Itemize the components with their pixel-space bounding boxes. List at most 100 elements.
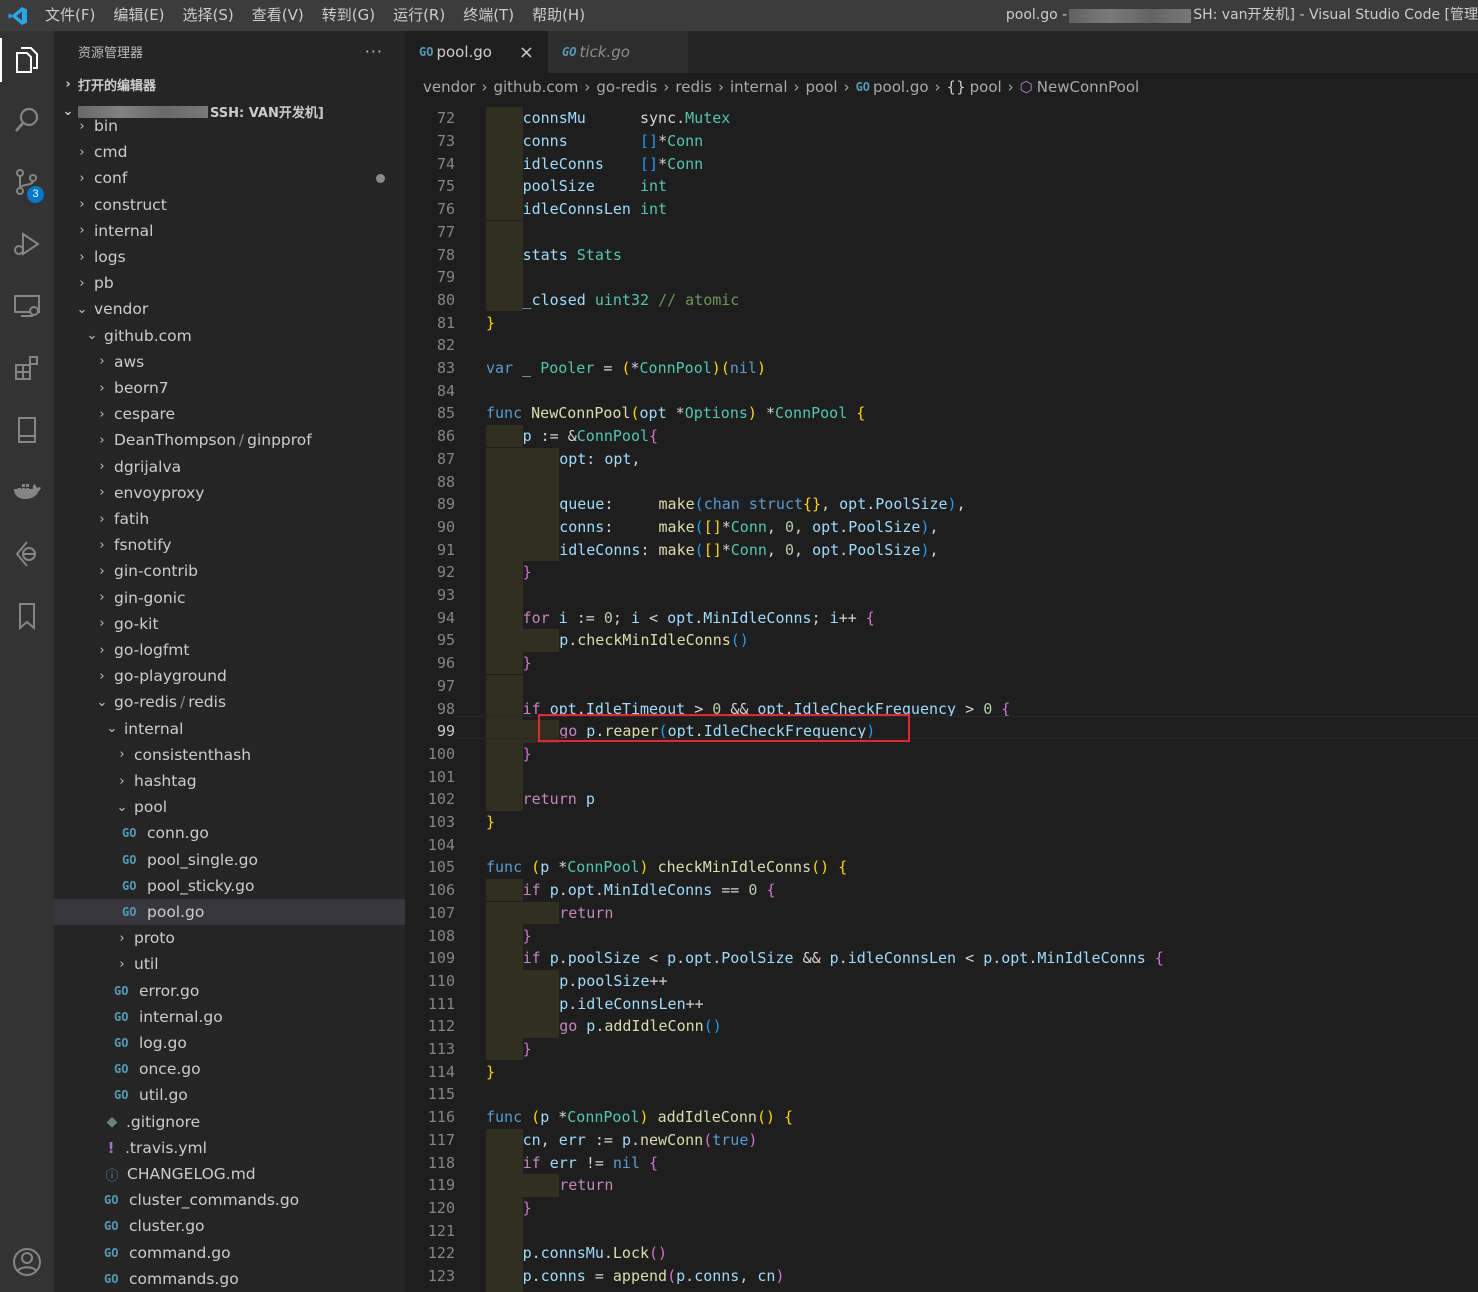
docker-icon[interactable] bbox=[0, 464, 54, 520]
menu-item[interactable]: 帮助(H) bbox=[523, 0, 594, 31]
menu-item[interactable]: 文件(F) bbox=[36, 0, 104, 31]
code-line[interactable]: 88 bbox=[405, 470, 1478, 493]
code-line[interactable]: 119 return bbox=[405, 1173, 1478, 1197]
folder-item[interactable]: › conf bbox=[54, 165, 405, 191]
code-line[interactable]: 123 p.conns = append(p.conns, cn) bbox=[405, 1264, 1478, 1288]
code-line[interactable]: 96} bbox=[405, 651, 1478, 675]
breadcrumb-item[interactable]: vendor bbox=[423, 78, 475, 96]
file-item[interactable]: GO util.go bbox=[54, 1082, 405, 1108]
folder-item[interactable]: › bin bbox=[54, 113, 405, 139]
code-line[interactable]: 117 cn, err := p.newConn(true) bbox=[405, 1128, 1478, 1152]
folder-item[interactable]: › beorn7 bbox=[54, 375, 405, 401]
code-line[interactable]: 72 connsMu sync.Mutex bbox=[405, 107, 1478, 130]
code-line[interactable]: 87 opt: opt, bbox=[405, 447, 1478, 471]
code-line[interactable]: 120} bbox=[405, 1196, 1478, 1220]
code-line[interactable]: 113} bbox=[405, 1037, 1478, 1061]
folder-item[interactable]: › go-logfmt bbox=[54, 637, 405, 663]
file-item[interactable]: GO cluster_commands.go bbox=[54, 1187, 405, 1213]
folder-item[interactable]: › aws bbox=[54, 349, 405, 375]
extensions-icon[interactable] bbox=[0, 340, 54, 396]
code-line[interactable]: 114} bbox=[405, 1060, 1478, 1083]
file-item[interactable]: GO once.go bbox=[54, 1056, 405, 1082]
file-item[interactable]: ◆ .gitignore bbox=[54, 1109, 405, 1135]
book-icon[interactable] bbox=[0, 402, 54, 458]
code-line[interactable]: 81} bbox=[405, 311, 1478, 334]
folder-item[interactable]: › logs bbox=[54, 244, 405, 270]
code-line[interactable]: 118 if err != nil { bbox=[405, 1151, 1478, 1174]
folder-item[interactable]: › internal bbox=[54, 218, 405, 244]
breadcrumb-item[interactable]: pool bbox=[806, 78, 838, 96]
code-line[interactable]: 108} bbox=[405, 924, 1478, 947]
code-line[interactable]: 101 bbox=[405, 765, 1478, 788]
account-icon[interactable] bbox=[0, 1234, 54, 1290]
folder-item[interactable]: › fsnotify bbox=[54, 532, 405, 558]
tab-pool-go[interactable]: GO pool.go × bbox=[405, 31, 548, 73]
code-line[interactable]: 111 p.idleConnsLen++ bbox=[405, 992, 1478, 1015]
code-line[interactable]: 106 if p.opt.MinIdleConns == 0 { bbox=[405, 878, 1478, 902]
code-line[interactable]: 85 func NewConnPool(opt *Options) *ConnPo… bbox=[405, 402, 1478, 425]
code-line[interactable]: 115 bbox=[405, 1083, 1478, 1106]
code-line[interactable]: 122 p.connsMu.Lock() bbox=[405, 1242, 1478, 1265]
folder-item[interactable]: › envoyproxy bbox=[54, 480, 405, 506]
folder-item[interactable]: › pb bbox=[54, 270, 405, 296]
file-item[interactable]: GO cluster.go bbox=[54, 1213, 405, 1239]
timeline-icon[interactable] bbox=[0, 526, 54, 582]
code-line[interactable]: 93 bbox=[405, 583, 1478, 607]
code-line[interactable]: 86 p := &ConnPool{ bbox=[405, 424, 1478, 448]
code-line[interactable]: 77 bbox=[405, 220, 1478, 244]
file-item[interactable]: GO pool_single.go bbox=[54, 847, 405, 873]
folder-item[interactable]: › construct bbox=[54, 192, 405, 218]
folder-item[interactable]: › consistenthash bbox=[54, 742, 405, 768]
code-line[interactable]: 74 idleConns []*Conn bbox=[405, 152, 1478, 176]
tab-tick-go[interactable]: GO tick.go bbox=[548, 31, 688, 73]
explorer-icon[interactable] bbox=[0, 32, 54, 88]
folder-item[interactable]: › fatih bbox=[54, 506, 405, 532]
breadcrumb-symbol[interactable]: pool bbox=[970, 78, 1002, 96]
code-line[interactable]: 79 bbox=[405, 265, 1478, 289]
code-line[interactable]: 91 idleConns: make([]*Conn, 0, opt.PoolSi… bbox=[405, 538, 1478, 561]
folder-item[interactable]: ⌄ pool bbox=[54, 794, 405, 820]
file-item[interactable]: ⓘ CHANGELOG.md bbox=[54, 1161, 405, 1187]
code-line[interactable]: 105 func (p *ConnPool) checkMinIdleConns(… bbox=[405, 856, 1478, 879]
code-line[interactable]: 103} bbox=[405, 811, 1478, 834]
code-line[interactable]: 100} bbox=[405, 742, 1478, 766]
code-line[interactable]: 94 for i := 0; i < opt.MinIdleConns; i++ … bbox=[405, 606, 1478, 630]
code-line[interactable]: 121 bbox=[405, 1219, 1478, 1242]
file-item[interactable]: GO command.go bbox=[54, 1240, 405, 1266]
code-line[interactable]: 116 func (p *ConnPool) addIdleConn() { bbox=[405, 1106, 1478, 1129]
folder-item[interactable]: › util bbox=[54, 951, 405, 977]
source-control-icon[interactable]: 3 bbox=[0, 154, 54, 210]
folder-item[interactable]: ⌄ github.com bbox=[54, 323, 405, 349]
breadcrumb-item[interactable]: github.com bbox=[493, 78, 578, 96]
file-item[interactable]: ! .travis.yml bbox=[54, 1135, 405, 1161]
code-line[interactable]: 75 poolSize int bbox=[405, 175, 1478, 198]
menu-item[interactable]: 选择(S) bbox=[174, 0, 243, 31]
code-editor[interactable]: 72 connsMu sync.Mutex 73 conns []*Conn 74 idl… bbox=[405, 101, 1478, 1292]
file-item[interactable]: GO error.go bbox=[54, 978, 405, 1004]
folder-item[interactable]: › hashtag bbox=[54, 768, 405, 794]
folder-item[interactable]: › dgrijalva bbox=[54, 454, 405, 480]
code-line[interactable]: 84 bbox=[405, 379, 1478, 402]
bookmark-icon[interactable] bbox=[0, 588, 54, 644]
code-line[interactable]: 104 bbox=[405, 833, 1478, 856]
remote-explorer-icon[interactable] bbox=[0, 278, 54, 334]
code-line[interactable]: 82 bbox=[405, 334, 1478, 357]
breadcrumb-file[interactable]: pool.go bbox=[873, 78, 929, 96]
code-line[interactable]: 73 conns []*Conn bbox=[405, 129, 1478, 153]
breadcrumb-symbol[interactable]: NewConnPool bbox=[1037, 78, 1139, 96]
folder-item[interactable]: › go-playground bbox=[54, 663, 405, 689]
file-item[interactable]: GO conn.go bbox=[54, 820, 405, 846]
more-actions-button[interactable]: ··· bbox=[365, 42, 383, 61]
code-line[interactable]: 76 idleConnsLen int bbox=[405, 197, 1478, 221]
folder-item[interactable]: › proto bbox=[54, 925, 405, 951]
breadcrumb-item[interactable]: go-redis bbox=[596, 78, 657, 96]
code-line[interactable]: 112 go p.addIdleConn() bbox=[405, 1015, 1478, 1038]
run-debug-icon[interactable] bbox=[0, 216, 54, 272]
folder-item[interactable]: › gin-gonic bbox=[54, 585, 405, 611]
folder-item[interactable]: › cespare bbox=[54, 401, 405, 427]
folder-item[interactable]: ⌄ go-redis / redis bbox=[54, 689, 405, 715]
search-icon[interactable] bbox=[0, 92, 54, 148]
file-item[interactable]: GO internal.go bbox=[54, 1004, 405, 1030]
code-line[interactable]: 92} bbox=[405, 561, 1478, 584]
menu-item[interactable]: 查看(V) bbox=[243, 0, 313, 31]
